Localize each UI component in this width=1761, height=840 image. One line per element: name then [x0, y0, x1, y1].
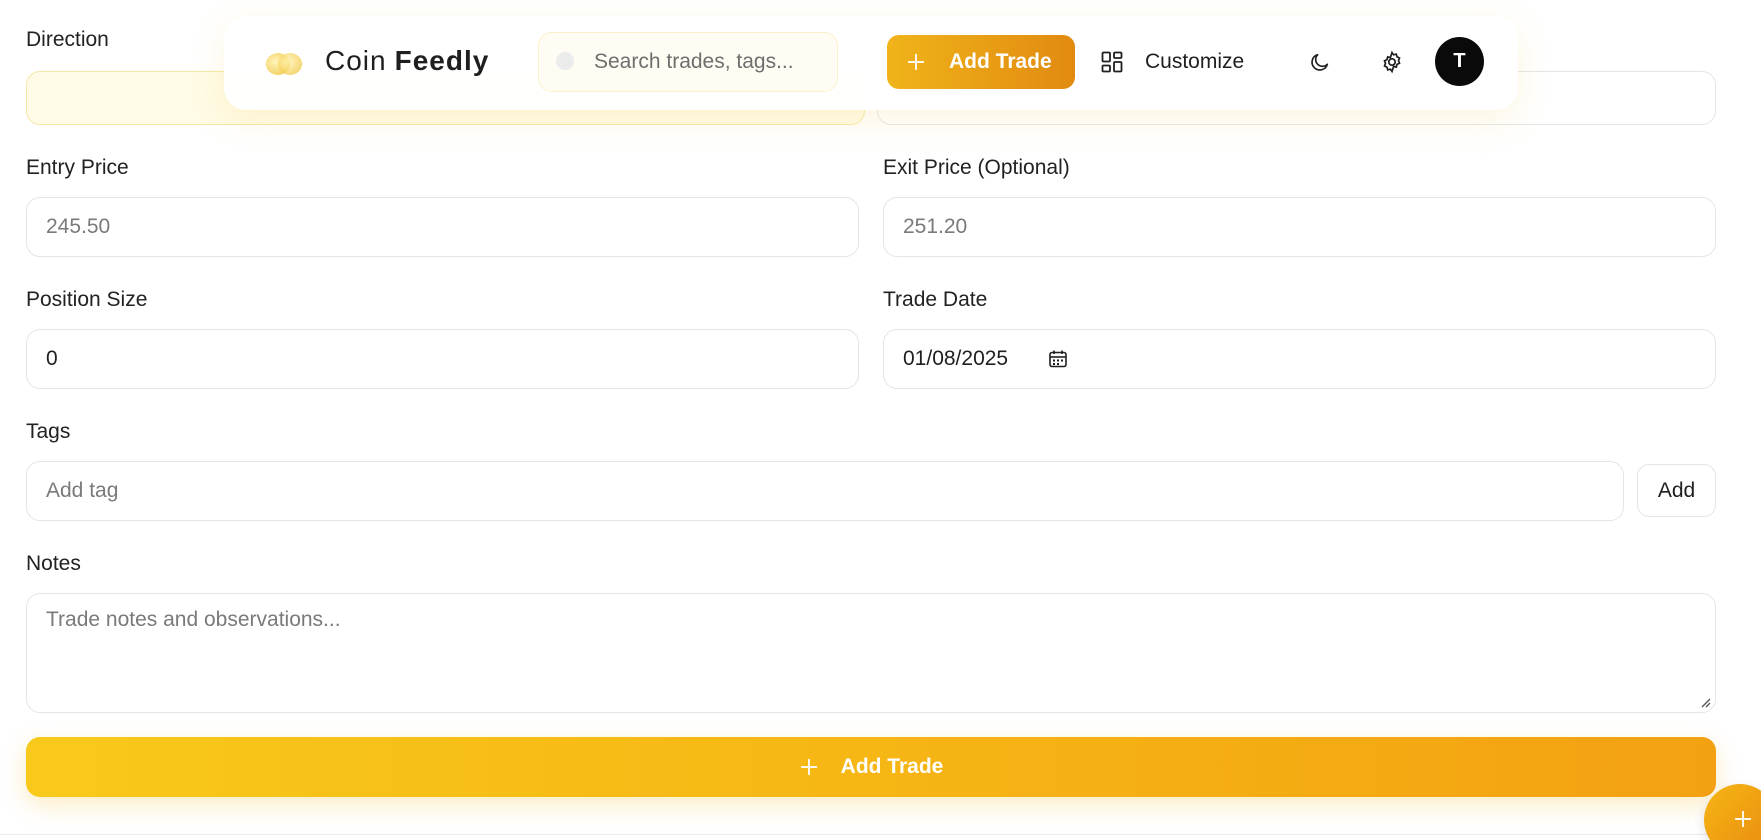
add-tag-button[interactable]: Add — [1637, 464, 1716, 517]
exit-price-input[interactable]: 251.20 — [883, 197, 1716, 257]
gear-icon — [1383, 50, 1401, 74]
grid-icon — [1101, 51, 1123, 73]
notes-placeholder: Trade notes and observations... — [46, 608, 341, 631]
theme-toggle-button[interactable] — [1302, 44, 1338, 80]
logo-word-coin: Coin — [325, 45, 387, 76]
divider — [0, 834, 1761, 835]
plus-icon — [800, 759, 817, 775]
exit-price-label: Exit Price (Optional) — [883, 156, 1070, 179]
notes-label: Notes — [26, 552, 81, 575]
user-avatar[interactable]: T — [1435, 37, 1484, 86]
entry-price-label: Entry Price — [26, 156, 129, 179]
header-add-trade-button[interactable]: Add Trade — [887, 35, 1075, 89]
submit-add-trade-button[interactable]: Add Trade — [26, 737, 1716, 797]
resize-grip-icon[interactable] — [1699, 696, 1711, 708]
tags-label: Tags — [26, 420, 71, 443]
entry-price-input[interactable]: 245.50 — [26, 197, 859, 257]
trade-date-label: Trade Date — [883, 288, 988, 311]
customize-label: Customize — [1145, 50, 1245, 73]
app-logo-text[interactable]: Coin Feedly — [325, 45, 489, 77]
calendar-icon[interactable] — [1048, 349, 1068, 369]
settings-button[interactable] — [1374, 44, 1410, 80]
floating-add-button[interactable] — [1704, 784, 1761, 840]
trade-date-value: 01/08/2025 — [903, 347, 1009, 370]
search-input[interactable] — [594, 50, 834, 74]
moon-icon — [1311, 53, 1329, 71]
header-add-trade-label: Add Trade — [949, 50, 1052, 73]
position-size-label: Position Size — [26, 288, 148, 311]
tag-input[interactable]: Add tag — [26, 461, 1624, 521]
coin-logo-icon — [266, 53, 302, 75]
submit-add-trade-label: Add Trade — [840, 755, 944, 778]
add-trade-form: Direction Entry Price 245.50 Exit Price … — [0, 0, 1761, 840]
search-icon — [556, 52, 574, 70]
notes-textarea[interactable]: Trade notes and observations... — [26, 593, 1716, 713]
direction-label: Direction — [26, 28, 109, 51]
top-navigation-bar: CoinFeedly Add Trade Customize T — [224, 16, 1518, 110]
trade-date-input[interactable]: 01/08/2025 — [883, 329, 1716, 389]
customize-button[interactable]: Customize — [1101, 35, 1244, 89]
plus-icon — [1735, 811, 1751, 827]
position-size-input[interactable]: 0 — [26, 329, 859, 389]
plus-icon — [908, 54, 924, 70]
logo-word-feedly: Feedly — [394, 45, 490, 76]
search-box[interactable] — [538, 32, 838, 92]
